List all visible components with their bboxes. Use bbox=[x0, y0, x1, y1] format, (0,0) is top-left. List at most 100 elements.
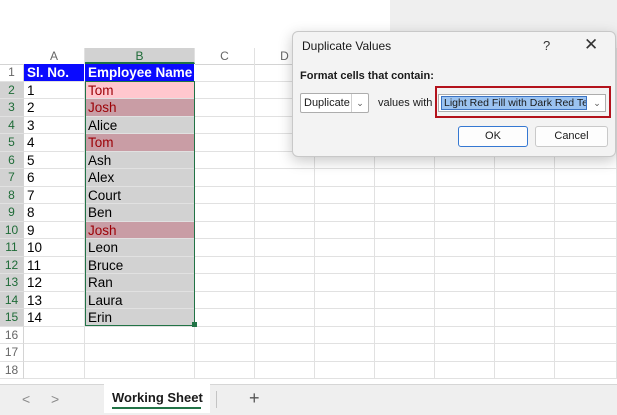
empty-cell[interactable] bbox=[495, 291, 555, 309]
chevron-down-icon[interactable]: ⌄ bbox=[351, 94, 368, 112]
empty-cell[interactable] bbox=[24, 344, 85, 362]
row-header[interactable]: 3 bbox=[0, 99, 24, 117]
empty-cell[interactable] bbox=[555, 274, 617, 292]
help-button[interactable]: ? bbox=[543, 38, 550, 53]
row-header[interactable]: 6 bbox=[0, 151, 24, 169]
empty-cell[interactable] bbox=[195, 151, 255, 169]
empty-cell[interactable] bbox=[315, 344, 375, 362]
row-header[interactable]: 15 bbox=[0, 309, 24, 327]
header-cell-employee-name[interactable]: Employee Name bbox=[85, 64, 195, 82]
cell-sl-no[interactable]: 13 bbox=[24, 291, 85, 309]
empty-cell[interactable] bbox=[495, 186, 555, 204]
row-header[interactable]: 10 bbox=[0, 221, 24, 239]
empty-cell[interactable] bbox=[255, 204, 315, 222]
cell-employee-name[interactable]: Tom bbox=[85, 81, 195, 99]
cell-sl-no[interactable]: 5 bbox=[24, 151, 85, 169]
empty-cell[interactable] bbox=[195, 309, 255, 327]
empty-cell[interactable] bbox=[555, 204, 617, 222]
empty-cell[interactable] bbox=[375, 204, 435, 222]
cell-sl-no[interactable]: 10 bbox=[24, 239, 85, 257]
empty-cell[interactable] bbox=[555, 361, 617, 379]
column-header-c[interactable]: C bbox=[195, 48, 255, 64]
cell-employee-name[interactable]: Ben bbox=[85, 204, 195, 222]
empty-cell[interactable] bbox=[315, 186, 375, 204]
cell-employee-name[interactable]: Josh bbox=[85, 221, 195, 239]
row-header[interactable]: 17 bbox=[0, 344, 24, 362]
empty-cell[interactable] bbox=[375, 309, 435, 327]
chevron-left-icon[interactable]: < bbox=[22, 391, 30, 407]
row-header[interactable]: 2 bbox=[0, 81, 24, 99]
empty-cell[interactable] bbox=[495, 169, 555, 187]
empty-cell[interactable] bbox=[495, 239, 555, 257]
cell-sl-no[interactable]: 4 bbox=[24, 134, 85, 152]
empty-cell[interactable] bbox=[315, 169, 375, 187]
close-button[interactable]: ✕ bbox=[584, 35, 598, 55]
empty-cell[interactable] bbox=[375, 169, 435, 187]
row-header[interactable]: 4 bbox=[0, 116, 24, 134]
row-header[interactable]: 9 bbox=[0, 204, 24, 222]
empty-cell[interactable] bbox=[495, 274, 555, 292]
empty-cell[interactable] bbox=[435, 309, 495, 327]
empty-cell[interactable] bbox=[255, 361, 315, 379]
empty-cell[interactable] bbox=[495, 361, 555, 379]
duplicate-type-select[interactable]: Duplicate ⌄ bbox=[300, 93, 369, 113]
empty-cell[interactable] bbox=[315, 361, 375, 379]
empty-cell[interactable] bbox=[315, 274, 375, 292]
cell-employee-name[interactable]: Alice bbox=[85, 116, 195, 134]
row-header[interactable]: 18 bbox=[0, 361, 24, 379]
row-header[interactable]: 14 bbox=[0, 291, 24, 309]
empty-cell[interactable] bbox=[255, 326, 315, 344]
empty-cell[interactable] bbox=[255, 186, 315, 204]
empty-cell[interactable] bbox=[375, 186, 435, 204]
cell-employee-name[interactable]: Erin bbox=[85, 309, 195, 327]
cancel-button[interactable]: Cancel bbox=[535, 126, 608, 147]
empty-cell[interactable] bbox=[195, 221, 255, 239]
empty-cell[interactable] bbox=[555, 291, 617, 309]
cell-sl-no[interactable]: 2 bbox=[24, 99, 85, 117]
empty-cell[interactable] bbox=[555, 221, 617, 239]
empty-cell[interactable] bbox=[495, 344, 555, 362]
empty-cell[interactable] bbox=[435, 256, 495, 274]
row-header[interactable]: 13 bbox=[0, 274, 24, 292]
cell-sl-no[interactable]: 9 bbox=[24, 221, 85, 239]
empty-cell[interactable] bbox=[85, 344, 195, 362]
empty-cell[interactable] bbox=[435, 291, 495, 309]
cell-employee-name[interactable]: Leon bbox=[85, 239, 195, 257]
empty-cell[interactable] bbox=[495, 204, 555, 222]
empty-cell[interactable] bbox=[375, 344, 435, 362]
empty-cell[interactable] bbox=[195, 239, 255, 257]
empty-cell[interactable] bbox=[195, 291, 255, 309]
empty-cell[interactable] bbox=[375, 291, 435, 309]
empty-cell[interactable] bbox=[555, 256, 617, 274]
chevron-right-icon[interactable]: > bbox=[51, 391, 59, 407]
column-header-b[interactable]: B bbox=[85, 48, 195, 64]
sheet-tab-working[interactable]: Working Sheet bbox=[104, 384, 210, 413]
empty-cell[interactable] bbox=[315, 291, 375, 309]
row-header[interactable]: 12 bbox=[0, 256, 24, 274]
empty-cell[interactable] bbox=[315, 221, 375, 239]
column-header-a[interactable]: A bbox=[24, 48, 85, 64]
cell-employee-name[interactable]: Court bbox=[85, 186, 195, 204]
row-header[interactable]: 7 bbox=[0, 169, 24, 187]
empty-cell[interactable] bbox=[195, 274, 255, 292]
empty-cell[interactable] bbox=[255, 274, 315, 292]
row-header[interactable]: 16 bbox=[0, 326, 24, 344]
empty-cell[interactable] bbox=[435, 344, 495, 362]
empty-cell[interactable] bbox=[435, 274, 495, 292]
row-header[interactable]: 11 bbox=[0, 239, 24, 257]
empty-cell[interactable] bbox=[255, 344, 315, 362]
empty-cell[interactable] bbox=[315, 256, 375, 274]
empty-cell[interactable] bbox=[375, 239, 435, 257]
empty-cell[interactable] bbox=[85, 361, 195, 379]
add-sheet-icon[interactable]: + bbox=[249, 388, 260, 409]
cell-sl-no[interactable]: 12 bbox=[24, 274, 85, 292]
empty-cell[interactable] bbox=[435, 221, 495, 239]
cell-employee-name[interactable]: Josh bbox=[85, 99, 195, 117]
fill-handle[interactable] bbox=[192, 322, 197, 327]
cell-employee-name[interactable]: Laura bbox=[85, 291, 195, 309]
row-header[interactable]: 8 bbox=[0, 186, 24, 204]
empty-cell[interactable] bbox=[195, 344, 255, 362]
empty-cell[interactable] bbox=[24, 326, 85, 344]
empty-cell[interactable] bbox=[495, 221, 555, 239]
cell-sl-no[interactable]: 1 bbox=[24, 81, 85, 99]
